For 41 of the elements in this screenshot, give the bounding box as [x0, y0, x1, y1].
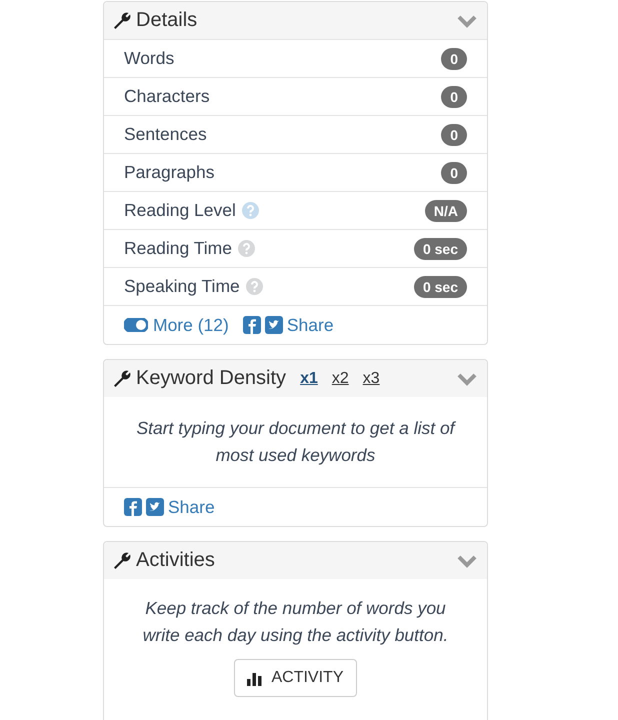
- activity-message: Keep track of the number of words you write each day using the activity button.: [142, 597, 450, 647]
- stat-value: 0: [441, 162, 467, 184]
- stat-label: Speaking Time: [124, 276, 240, 297]
- chevron-icon[interactable]: [457, 554, 477, 568]
- share-link[interactable]: Share: [286, 314, 334, 336]
- keyword-message: Start typing your document to get a list of most used keywords: [135, 417, 457, 467]
- stat-label: Reading Level: [124, 200, 236, 221]
- more-link[interactable]: More (12): [124, 314, 229, 336]
- density-tab[interactable]: x3: [362, 370, 380, 388]
- help-icon[interactable]: [242, 202, 259, 219]
- chevron-icon[interactable]: [457, 372, 477, 386]
- panel-title: Keyword Density: [136, 367, 286, 390]
- stat-value: 0: [441, 124, 467, 146]
- panel-title: Details: [136, 9, 198, 32]
- wrench-icon: [112, 550, 132, 570]
- stat-value: 0 sec: [414, 276, 467, 298]
- twitter-icon[interactable]: [264, 316, 283, 334]
- bar-chart-icon: [247, 670, 264, 686]
- twitter-icon[interactable]: [146, 498, 164, 516]
- wrench-icon: [112, 368, 132, 388]
- facebook-icon[interactable]: [124, 498, 142, 516]
- help-icon[interactable]: [238, 240, 255, 257]
- stat-label: Reading Time: [124, 238, 232, 259]
- stat-value: 0 sec: [414, 238, 467, 260]
- stat-label: Words: [124, 48, 174, 69]
- toggle-icon[interactable]: [124, 318, 148, 332]
- stat-label: Paragraphs: [124, 162, 214, 183]
- stat-label: Characters: [124, 86, 210, 107]
- wrench-icon: [112, 10, 132, 30]
- chevron-icon[interactable]: [457, 14, 477, 28]
- stat-value: 0: [441, 48, 467, 70]
- help-icon[interactable]: [246, 278, 263, 295]
- density-tab[interactable]: x2: [332, 370, 349, 388]
- stat-value: 0: [441, 86, 467, 108]
- panel-title: Activities: [136, 549, 215, 572]
- density-tab[interactable]: x1: [300, 370, 318, 388]
- stat-value: N/A: [424, 200, 467, 222]
- facebook-icon[interactable]: [242, 316, 261, 334]
- stat-label: Sentences: [124, 124, 207, 145]
- activity-button[interactable]: ACTIVITY: [234, 659, 356, 697]
- share-link[interactable]: Share: [168, 496, 215, 518]
